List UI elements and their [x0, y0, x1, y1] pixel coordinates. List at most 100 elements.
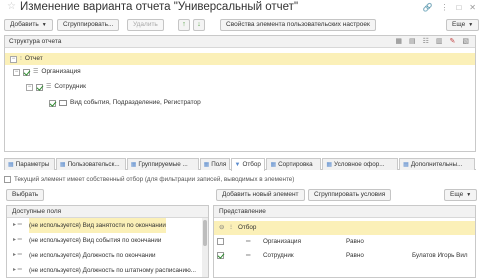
- table-grid-icon[interactable]: ▦: [395, 37, 402, 47]
- tree-row-checkbox[interactable]: [23, 68, 30, 76]
- scrollbar-thumb[interactable]: [203, 220, 207, 246]
- table-icon: ▦: [270, 161, 277, 168]
- add-new-element-label: Добавить новый элемент: [222, 191, 299, 198]
- table-settings-icon[interactable]: ▤: [409, 37, 416, 47]
- select-button-label: Выбрать: [12, 191, 39, 198]
- tree-row-organization[interactable]: − ☰ Организация: [5, 66, 81, 78]
- arrow-up-icon: ↑: [182, 21, 186, 28]
- own-filter-checkbox[interactable]: [4, 175, 11, 183]
- link-icon[interactable]: 🔗: [422, 3, 432, 12]
- tab-filter[interactable]: ▼ Отбор: [230, 158, 266, 171]
- move-up-button[interactable]: ↑: [178, 19, 190, 31]
- condition-field: Отбор: [238, 224, 257, 231]
- dots-icon: ⁝: [20, 56, 22, 62]
- list-item[interactable]: ▸ ═ (не используется) Должность по штатно…: [7, 263, 208, 277]
- group-button[interactable]: Сгруппировать...: [57, 19, 120, 31]
- title-bar: ☆ Изменение варианта отчета "Универсальн…: [0, 0, 480, 16]
- window-title: Изменение варианта отчета "Универсальный…: [20, 1, 299, 13]
- tree-row-checkbox[interactable]: [49, 99, 56, 107]
- tab-user-settings[interactable]: ▦ Пользовательск...: [55, 158, 126, 170]
- field-icon: ═: [246, 252, 251, 259]
- group-icon: ☰: [46, 84, 52, 90]
- tree-row-report[interactable]: − ⁝ Отчет: [5, 53, 475, 65]
- tab-sorting[interactable]: ▦ Сортировка: [266, 158, 322, 170]
- field-icon: ▸ ═: [13, 252, 22, 258]
- group-icon: ☰: [33, 69, 39, 75]
- tab-label: Сортировка: [278, 160, 313, 168]
- tab-parameters[interactable]: ▦ Параметры: [4, 158, 55, 170]
- delete-button[interactable]: Удалить: [127, 19, 164, 31]
- list-item-label: (не используется) Вид события по окончан…: [29, 237, 162, 244]
- more-button[interactable]: Еще ▼: [446, 19, 480, 31]
- collapse-icon[interactable]: −: [13, 68, 20, 76]
- table-icon: ▦: [8, 161, 14, 168]
- tab-additional[interactable]: ▦ Дополнительны...: [399, 158, 475, 170]
- add-new-element-button[interactable]: Добавить новый элемент: [216, 189, 305, 201]
- report-structure-header: Структура отчета ▦ ▤ ☷ ▥ ✎ ▧: [5, 36, 475, 48]
- table-icon: ▦: [203, 161, 210, 168]
- own-filter-option[interactable]: Текущий элемент имеет собственный отбор …: [4, 174, 294, 184]
- condition-row[interactable]: ═ Организация Равно: [214, 235, 475, 249]
- filter-icon: ▼: [234, 162, 241, 168]
- condition-checkbox[interactable]: [217, 252, 224, 259]
- condition-checkbox[interactable]: [217, 238, 224, 245]
- field-icon: ▸ ═: [13, 222, 22, 228]
- tree-row-label: Организация: [41, 68, 81, 75]
- list-item-label: (не используется) Должность по окончании: [29, 252, 156, 259]
- filter-conditions-panel: Представление ⊖ ⁝ Отбор ═ Организация Ра…: [213, 205, 476, 278]
- user-settings-properties-button[interactable]: Свойства элемента пользовательских настр…: [220, 19, 376, 31]
- condition-row[interactable]: ═ Сотрудник Равно Булатов Игорь Вил: [214, 249, 475, 263]
- collapse-icon[interactable]: −: [10, 55, 17, 63]
- list-item[interactable]: ▸ ═ (не используется) Должность по оконча…: [7, 248, 208, 263]
- tab-fields[interactable]: ▦ Поля: [199, 158, 230, 170]
- favorite-star-icon[interactable]: ☆: [7, 2, 16, 12]
- list-item[interactable]: ▸ ═ (не используется) Вид события по окон…: [7, 233, 208, 248]
- filter-more-label: Еще: [450, 191, 464, 198]
- chevron-down-icon: ▼: [466, 192, 472, 198]
- group-button-label: Сгруппировать...: [63, 21, 114, 28]
- edit-marker-icon[interactable]: ✎: [450, 37, 456, 47]
- condition-row-group[interactable]: ⊖ ⁝ Отбор: [214, 221, 475, 235]
- tree-row-checkbox[interactable]: [36, 83, 43, 91]
- group-conditions-label: Сгруппировать условия: [314, 191, 386, 198]
- table-icon: ▦: [59, 161, 66, 168]
- format-icon[interactable]: ▥: [436, 37, 443, 47]
- fields-icon[interactable]: ▧: [462, 37, 469, 47]
- filter-more-button[interactable]: Еще ▼: [444, 189, 478, 201]
- group-list-icon[interactable]: ☷: [423, 37, 429, 47]
- tab-conditional-formatting[interactable]: ▦ Условное офор...: [322, 158, 399, 170]
- table-icon: ▦: [130, 161, 137, 168]
- list-item-label: (не используется) Вид занятости по оконч…: [29, 218, 166, 233]
- tree-row-label: Вид события, Подразделение, Регистратор: [70, 99, 201, 106]
- condition-comparison: Равно: [346, 238, 364, 245]
- presentation-header: Представление: [214, 206, 475, 218]
- list-item[interactable]: ▸ ═ (не используется) Вид занятости по ок…: [7, 218, 208, 233]
- report-structure-title: Структура отчета: [9, 38, 62, 45]
- collapse-icon[interactable]: ⊖: [219, 221, 224, 235]
- dots-icon: ⁝: [230, 224, 233, 231]
- detail-records-icon: [59, 100, 67, 106]
- add-button-label: Добавить: [10, 21, 39, 28]
- select-button[interactable]: Выбрать: [6, 189, 45, 201]
- tree-row-employee[interactable]: − ☰ Сотрудник: [5, 81, 86, 93]
- field-icon: ═: [246, 238, 251, 245]
- list-item-label: (не используется) Должность по штатному …: [29, 267, 196, 274]
- maximize-icon[interactable]: □: [456, 3, 461, 12]
- group-conditions-button[interactable]: Сгруппировать условия: [308, 189, 392, 201]
- tab-label: Группируемые ...: [138, 160, 188, 168]
- collapse-icon[interactable]: −: [26, 83, 33, 91]
- structure-header-icons: ▦ ▤ ☷ ▥ ✎ ▧: [395, 37, 469, 47]
- tab-label: Дополнительны...: [410, 160, 463, 168]
- report-structure-panel: Структура отчета ▦ ▤ ☷ ▥ ✎ ▧ − ⁝ Отчет −…: [4, 35, 476, 152]
- move-down-button[interactable]: ↓: [193, 19, 205, 31]
- add-button[interactable]: Добавить ▼: [4, 19, 53, 31]
- window-controls: 🔗 ⋮ □ ✕: [422, 3, 476, 12]
- tab-label: Отбор: [242, 161, 261, 168]
- tab-label: Поля: [211, 160, 227, 168]
- tab-grouped[interactable]: ▦ Группируемые ...: [126, 158, 199, 170]
- field-icon: ▸ ═: [13, 237, 22, 243]
- chevron-down-icon: ▼: [41, 22, 47, 28]
- more-icon[interactable]: ⋮: [440, 3, 448, 12]
- close-icon[interactable]: ✕: [469, 3, 476, 12]
- tree-row-event-details[interactable]: Вид события, Подразделение, Регистратор: [5, 97, 201, 109]
